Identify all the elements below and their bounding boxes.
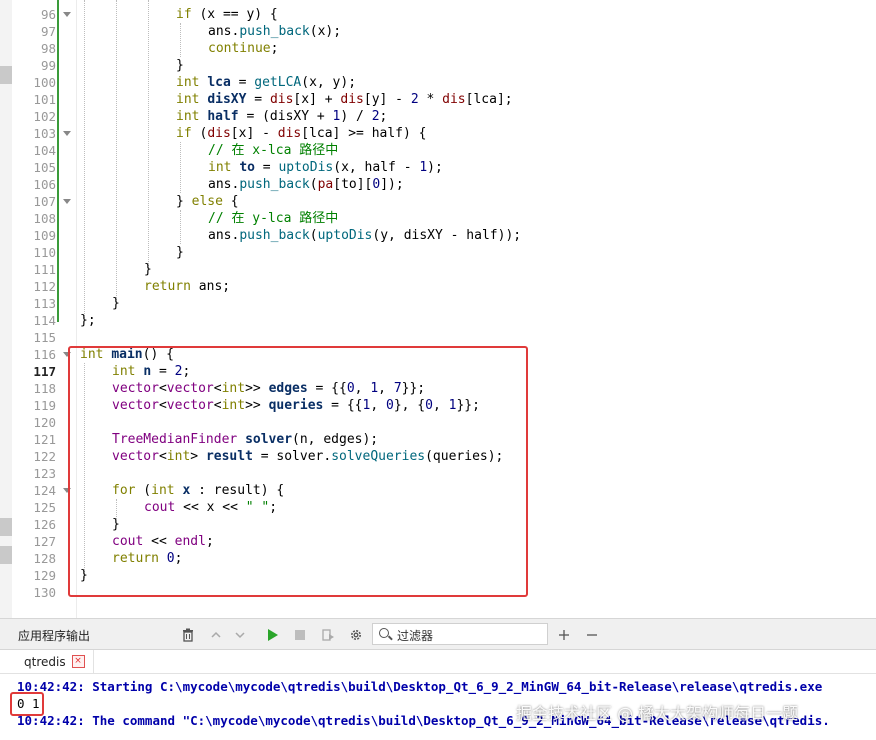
- fold-marker[interactable]: [63, 12, 71, 17]
- code-line-109: ans.push_back(uptoDis(y, disXY - half));: [208, 228, 522, 243]
- trash-icon: [183, 628, 193, 642]
- code-line-101: int disXY = dis[x] + dis[y] - 2 * dis[lc…: [176, 92, 513, 107]
- code-line-113: }: [112, 296, 120, 311]
- line-number: 126: [33, 517, 56, 532]
- attach-debugger-button[interactable]: [318, 625, 338, 645]
- line-number: 99: [40, 58, 56, 73]
- line-number: 129: [33, 568, 56, 583]
- code-highlight-annotation: [68, 346, 528, 597]
- current-line-number: 117: [33, 364, 56, 379]
- line-number: 106: [33, 177, 56, 192]
- clear-output-button[interactable]: [178, 625, 198, 645]
- line-number: 114: [33, 313, 56, 328]
- code-line-110: }: [176, 245, 184, 260]
- filter-input[interactable]: 过滤器: [372, 623, 548, 645]
- code-line-100: int lca = getLCA(x, y);: [176, 75, 357, 90]
- indent-guide: [180, 210, 181, 244]
- code-line-112: return ans;: [144, 279, 231, 294]
- line-number: 122: [33, 449, 56, 464]
- line-number: 111: [33, 262, 56, 277]
- line-number: 102: [33, 109, 56, 124]
- fold-marker[interactable]: [63, 131, 71, 136]
- line-number: 123: [33, 466, 56, 481]
- code-line-103: if (dis[x] - dis[lca] >= half) {: [176, 126, 427, 141]
- previous-item-button[interactable]: [206, 625, 226, 645]
- code-line-106: ans.push_back(pa[to][0]);: [208, 177, 404, 192]
- line-number: 125: [33, 500, 56, 515]
- chevron-up-icon: [211, 631, 221, 638]
- line-number: 121: [33, 432, 56, 447]
- code-line-114: };: [80, 313, 96, 328]
- line-number: 115: [33, 330, 56, 345]
- line-number: 113: [33, 296, 56, 311]
- line-number: 118: [33, 381, 56, 396]
- tab-label: qtredis: [24, 654, 66, 669]
- line-number: 101: [33, 92, 56, 107]
- minus-icon: [587, 634, 597, 636]
- close-icon[interactable]: ×: [71, 655, 85, 668]
- indent-guide: [148, 0, 149, 268]
- line-number: 98: [40, 41, 56, 56]
- zoom-out-button[interactable]: [582, 625, 602, 645]
- indent-guide: [84, 0, 85, 318]
- play-icon: [268, 629, 278, 641]
- chevron-down-icon: [235, 632, 245, 639]
- output-pane-title: 应用程序输出: [18, 629, 91, 643]
- code-line-108: // 在 y-lca 路径中: [208, 211, 339, 226]
- code-line-102: int half = (disXY + 1) / 2;: [176, 109, 388, 124]
- side-strip-marker: [0, 66, 12, 84]
- line-number: 108: [33, 211, 56, 226]
- line-number: 104: [33, 143, 56, 158]
- plus-icon: [559, 630, 569, 640]
- line-number: 124: [33, 483, 56, 498]
- indent-guide: [116, 0, 117, 302]
- output-highlight-annotation: [10, 692, 44, 716]
- line-number: 110: [33, 245, 56, 260]
- filter-placeholder: 过滤器: [397, 629, 434, 643]
- side-strip-marker: [0, 546, 12, 564]
- code-line-99: }: [176, 58, 184, 73]
- zoom-in-button[interactable]: [554, 625, 574, 645]
- stop-icon: [295, 630, 305, 640]
- line-number: 107: [33, 194, 56, 209]
- line-number: 109: [33, 228, 56, 243]
- settings-button[interactable]: [346, 625, 366, 645]
- indent-guide: [180, 142, 181, 193]
- line-number: 116: [33, 347, 56, 362]
- code-line-111: }: [144, 262, 152, 277]
- modified-lines-indicator: [57, 0, 59, 322]
- debug-icon: [322, 629, 334, 641]
- code-line-104: // 在 x-lca 路径中: [208, 143, 339, 158]
- code-editor[interactable]: 96 97 98 99 100 101 102 103 104 105 106 …: [0, 0, 876, 618]
- tab-qtredis[interactable]: qtredis ×: [12, 650, 94, 673]
- gear-icon: [351, 630, 361, 640]
- line-number: 119: [33, 398, 56, 413]
- line-number: 100: [33, 75, 56, 90]
- output-tab-bar: qtredis ×: [0, 650, 876, 674]
- stop-button[interactable]: [290, 625, 310, 645]
- output-line-start: 10:42:42: Starting C:\mycode\mycode\qtre…: [17, 679, 823, 694]
- fold-marker[interactable]: [63, 199, 71, 204]
- line-number: 130: [33, 585, 56, 600]
- side-strip-marker: [0, 518, 12, 536]
- code-line-107: } else {: [176, 194, 239, 209]
- line-number: 105: [33, 160, 56, 175]
- line-number: 127: [33, 534, 56, 549]
- code-line-96: if (x == y) {: [176, 7, 278, 22]
- rerun-button[interactable]: [262, 625, 282, 645]
- next-item-button[interactable]: [230, 625, 250, 645]
- output-pane-header: 应用程序输出 过滤器: [0, 618, 876, 650]
- search-icon: [379, 628, 389, 638]
- code-line-105: int to = uptoDis(x, half - 1);: [208, 160, 443, 175]
- watermark: 掘金技术社区 @ 橘大大架构师每日一题: [516, 704, 799, 723]
- line-number: 103: [33, 126, 56, 141]
- line-number: 96: [40, 7, 56, 22]
- line-number: 128: [33, 551, 56, 566]
- line-number: 112: [33, 279, 56, 294]
- line-number: 97: [40, 24, 56, 39]
- code-line-98: continue;: [208, 41, 279, 56]
- code-line-97: ans.push_back(x);: [208, 24, 342, 39]
- indent-guide: [180, 23, 181, 57]
- line-number: 120: [33, 415, 56, 430]
